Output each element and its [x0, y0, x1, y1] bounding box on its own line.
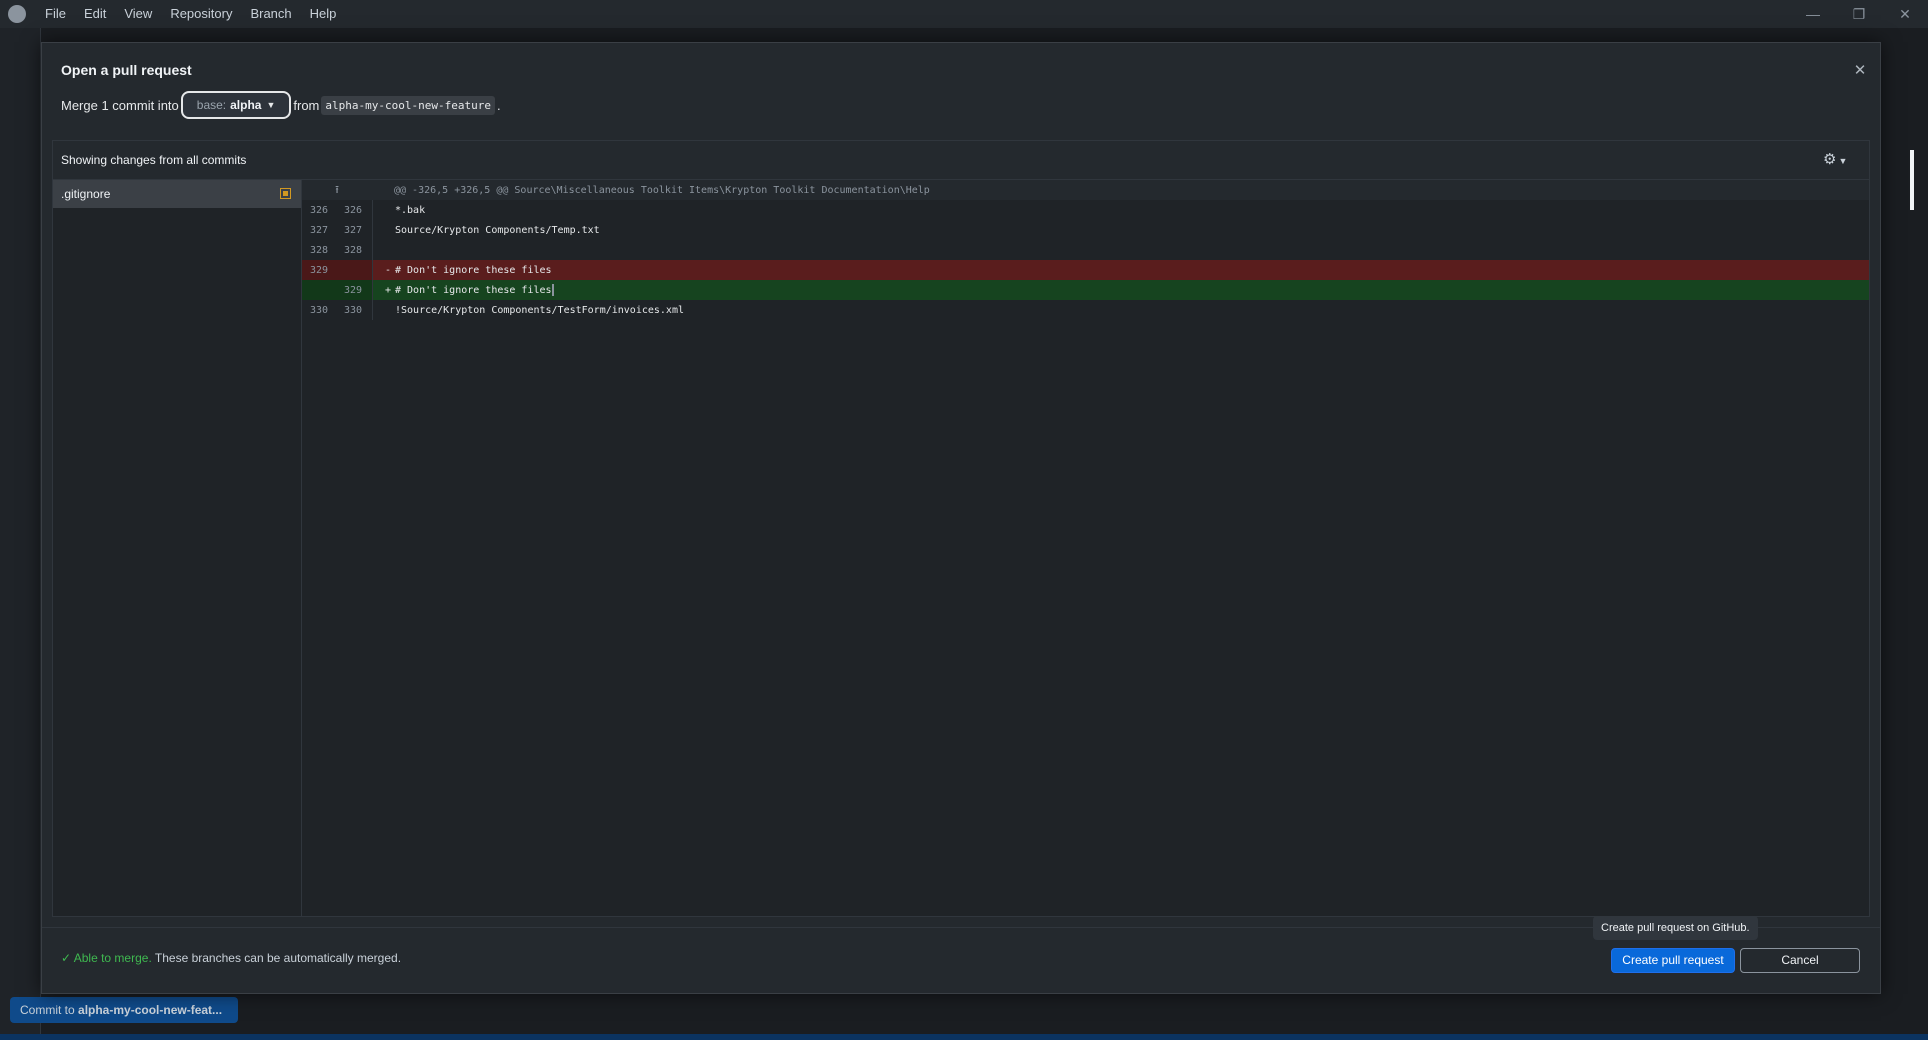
changes-title: Showing changes from all commits — [61, 153, 247, 167]
create-pr-tooltip: Create pull request on GitHub. — [1593, 916, 1758, 940]
diff-marker: + — [384, 284, 392, 296]
modified-icon — [280, 188, 291, 199]
gear-icon: ⚙ — [1823, 151, 1837, 168]
diff-view: ⭱ @@ -326,5 +326,5 @@ Source\Miscellaneo… — [302, 180, 1869, 916]
file-list: .gitignore — [53, 180, 302, 916]
chevron-down-icon: ▼ — [266, 100, 276, 110]
menu-view[interactable]: View — [115, 0, 161, 28]
diff-settings-button[interactable]: ⚙ ▼ — [1823, 150, 1857, 170]
base-branch-dropdown[interactable]: base: alpha ▼ — [180, 91, 292, 119]
menu-help[interactable]: Help — [301, 0, 346, 28]
open-pull-request-dialog: Open a pull request ✕ Merge 1 commit int… — [41, 42, 1881, 994]
new-line-number: 326 — [343, 204, 363, 216]
old-line-number: 328 — [309, 244, 329, 256]
diff-line-text: *.bak — [395, 204, 426, 216]
commit-button-prefix: Commit to — [20, 1003, 79, 1017]
expand-up-icon[interactable]: ⭱ — [302, 181, 372, 200]
diff-line-text: # Don't ignore these files — [395, 264, 552, 276]
background-sidebar — [0, 28, 41, 1040]
new-line-number: 330 — [343, 304, 363, 316]
hunk-header-text: @@ -326,5 +326,5 @@ Source\Miscellaneous… — [394, 184, 930, 196]
old-line-number: 330 — [309, 304, 329, 316]
diff-line-added[interactable]: 329 + # Don't ignore these files — [302, 280, 1869, 300]
diff-marker: - — [384, 264, 392, 276]
menu-file[interactable]: File — [36, 0, 75, 28]
text-cursor — [551, 284, 554, 296]
from-label: from — [293, 97, 320, 113]
status-strip — [0, 1034, 1928, 1040]
new-line-number: 328 — [343, 244, 363, 256]
old-line-number: 329 — [309, 264, 329, 276]
dialog-title: Open a pull request — [61, 62, 192, 78]
base-value: alpha — [230, 98, 262, 112]
merge-ok-text: Able to merge. — [73, 951, 152, 965]
github-logo-icon — [8, 5, 26, 23]
diff-line-deleted[interactable]: 329 - # Don't ignore these files — [302, 260, 1869, 280]
new-line-number: 329 — [343, 284, 363, 296]
old-line-number: 326 — [309, 204, 329, 216]
merge-prefix: Merge 1 commit into — [61, 97, 179, 113]
merge-period: . — [496, 97, 501, 113]
menu-branch[interactable]: Branch — [241, 0, 300, 28]
window-controls: — ❐ ✕ — [1790, 0, 1928, 28]
file-name: .gitignore — [61, 187, 111, 201]
diff-line[interactable]: 327 327 Source/Krypton Components/Temp.tx… — [302, 220, 1869, 240]
scroll-indicator — [1910, 150, 1914, 210]
changes-panel: Showing changes from all commits ⚙ ▼ .git… — [52, 140, 1870, 917]
create-pull-request-button[interactable]: Create pull request — [1611, 948, 1735, 973]
compare-branch-badge: alpha-my-cool-new-feature — [321, 95, 495, 115]
minimize-button[interactable]: — — [1790, 0, 1836, 28]
hunk-header: ⭱ @@ -326,5 +326,5 @@ Source\Miscellaneo… — [302, 180, 1869, 200]
old-line-number: 327 — [309, 224, 329, 236]
close-window-button[interactable]: ✕ — [1882, 0, 1928, 28]
merge-status: ✓ Able to merge. These branches can be a… — [61, 951, 401, 965]
commit-button[interactable]: Commit to alpha-my-cool-new-feat... — [10, 997, 238, 1023]
base-label: base: — [196, 98, 227, 112]
close-icon[interactable]: ✕ — [1850, 61, 1870, 81]
commit-button-branch: alpha-my-cool-new-feat... — [78, 1003, 223, 1017]
diff-line[interactable]: 328 328 — [302, 240, 1869, 260]
check-icon: ✓ — [61, 951, 72, 965]
menu-edit[interactable]: Edit — [75, 0, 115, 28]
cancel-button[interactable]: Cancel — [1740, 948, 1860, 973]
diff-line-text: Source/Krypton Components/Temp.txt — [395, 224, 600, 236]
chevron-down-icon: ▼ — [1838, 156, 1848, 166]
merge-detail-text: These branches can be automatically merg… — [151, 951, 402, 965]
changes-header: Showing changes from all commits ⚙ ▼ — [53, 141, 1869, 180]
dialog-footer: ✓ Able to merge. These branches can be a… — [42, 916, 1880, 994]
title-bar: File Edit View Repository Branch Help — … — [0, 0, 1928, 28]
diff-line[interactable]: 330 330 !Source/Krypton Components/TestFo… — [302, 300, 1869, 320]
merge-description: Merge 1 commit into base: alpha ▼ from a… — [61, 91, 501, 119]
new-line-number: 327 — [343, 224, 363, 236]
diff-line-text: !Source/Krypton Components/TestForm/invo… — [395, 304, 684, 316]
file-list-item[interactable]: .gitignore — [53, 180, 301, 208]
diff-line[interactable]: 326 326 *.bak — [302, 200, 1869, 220]
diff-line-text: # Don't ignore these files — [395, 284, 552, 296]
restore-button[interactable]: ❐ — [1836, 0, 1882, 28]
menu-repository[interactable]: Repository — [161, 0, 241, 28]
